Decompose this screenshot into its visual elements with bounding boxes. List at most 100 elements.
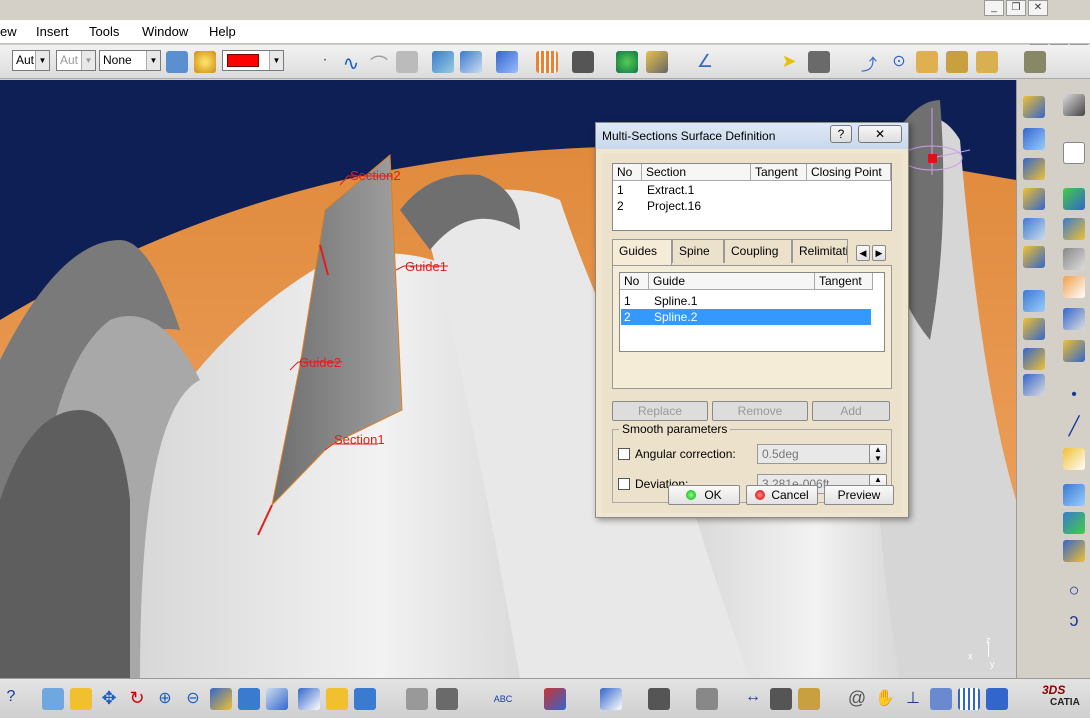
hide-show-icon[interactable] bbox=[326, 688, 348, 710]
constraint-icon[interactable] bbox=[572, 51, 594, 73]
join-icon[interactable] bbox=[1063, 276, 1085, 298]
menu-help[interactable]: Help bbox=[209, 24, 236, 39]
sweep-surface-icon[interactable] bbox=[1023, 218, 1045, 240]
extrude-icon[interactable] bbox=[1023, 96, 1045, 118]
dialog-title-bar[interactable]: Multi-Sections Surface Definition ? ✕ bbox=[596, 123, 908, 149]
measure-between-icon[interactable]: ↔ bbox=[742, 688, 764, 710]
app-close-button[interactable]: ✕ bbox=[1028, 0, 1048, 16]
angular-spinner[interactable]: ▲ ▼ bbox=[869, 444, 887, 464]
tab-scroll-left[interactable]: ◀ bbox=[856, 245, 870, 261]
preview-button[interactable]: Preview bbox=[824, 485, 894, 505]
grid-snap-icon[interactable] bbox=[958, 688, 980, 710]
eraser-icon[interactable] bbox=[396, 51, 418, 73]
table-icon[interactable] bbox=[406, 688, 428, 710]
sections-header-no[interactable]: No bbox=[613, 164, 642, 181]
guides-table[interactable]: No Guide Tangent 1 Spline.1 2 Spline.2 bbox=[619, 272, 885, 352]
snap-icon[interactable] bbox=[600, 688, 622, 710]
split-icon[interactable] bbox=[1023, 290, 1045, 312]
section-view-icon[interactable] bbox=[544, 688, 566, 710]
point-icon[interactable]: • bbox=[1063, 386, 1085, 408]
extract-icon[interactable] bbox=[1023, 348, 1045, 370]
pan-icon[interactable]: ✥ bbox=[98, 688, 120, 710]
update-icon[interactable] bbox=[616, 51, 638, 73]
guide1-label[interactable]: Guide1 bbox=[405, 259, 447, 274]
table-row-selected[interactable]: 2 Spline.2 bbox=[621, 309, 871, 325]
intersection-icon[interactable] bbox=[1063, 512, 1085, 534]
guides-header-tangent[interactable]: Tangent bbox=[815, 273, 873, 290]
help-button[interactable]: ? bbox=[830, 125, 852, 143]
offset-surface-icon[interactable] bbox=[460, 51, 482, 73]
sketch-icon[interactable] bbox=[916, 51, 938, 73]
remove-button[interactable]: Remove bbox=[712, 401, 808, 421]
line-icon[interactable]: ╱ bbox=[1063, 416, 1085, 438]
sections-table[interactable]: No Section Tangent Closing Point 1 Extra… bbox=[612, 163, 892, 231]
compass-move-icon[interactable] bbox=[808, 51, 830, 73]
deviation-checkbox[interactable] bbox=[618, 478, 630, 490]
rotate-icon[interactable]: ↻ bbox=[126, 688, 148, 710]
line-weight-combo[interactable]: Aut ▼ bbox=[56, 50, 96, 71]
revolve-icon[interactable] bbox=[1023, 128, 1045, 150]
boundary-icon[interactable] bbox=[1023, 318, 1045, 340]
tab-scroll-right[interactable]: ▶ bbox=[872, 245, 886, 261]
part-body-icon[interactable] bbox=[1063, 94, 1085, 116]
multisection-icon[interactable] bbox=[1023, 246, 1045, 268]
help-icon[interactable]: ? bbox=[0, 688, 22, 710]
fly-mode-icon[interactable] bbox=[42, 688, 64, 710]
catalog-icon[interactable] bbox=[646, 51, 668, 73]
cancel-button[interactable]: Cancel bbox=[746, 485, 818, 505]
menu-window[interactable]: Window bbox=[142, 24, 188, 39]
grid-icon[interactable] bbox=[536, 51, 558, 73]
close-button[interactable]: ✕ bbox=[858, 125, 902, 143]
normal-view-icon[interactable] bbox=[210, 688, 232, 710]
tab-spine[interactable]: Spine bbox=[672, 239, 724, 263]
measure-icon[interactable] bbox=[436, 688, 458, 710]
capture-icon[interactable] bbox=[648, 688, 670, 710]
angle-icon[interactable]: ∠ bbox=[694, 51, 716, 73]
line-type-combo[interactable]: Aut ▼ bbox=[12, 50, 50, 71]
point-icon[interactable]: · bbox=[314, 51, 336, 73]
fit-all-in-icon[interactable] bbox=[70, 688, 92, 710]
painter-icon[interactable] bbox=[166, 51, 188, 73]
circle-icon[interactable]: ○ bbox=[1063, 580, 1085, 602]
section1-label[interactable]: Section1 bbox=[334, 432, 385, 447]
menu-tools[interactable]: Tools bbox=[89, 24, 119, 39]
select-arrow-icon[interactable]: ➤ bbox=[778, 51, 800, 73]
tools-icon[interactable] bbox=[1024, 51, 1046, 73]
fillet-icon[interactable] bbox=[1063, 340, 1085, 362]
iso-view-icon[interactable] bbox=[266, 688, 288, 710]
fill-icon[interactable] bbox=[1063, 218, 1085, 240]
angular-correction-field[interactable]: 0.5deg bbox=[757, 444, 873, 464]
arc-icon[interactable]: ⌒ bbox=[368, 51, 390, 75]
menu-view[interactable]: ew bbox=[0, 24, 17, 39]
sections-header-closing-point[interactable]: Closing Point bbox=[807, 164, 891, 181]
cylinder-icon[interactable] bbox=[1023, 188, 1045, 210]
sweep-icon[interactable] bbox=[496, 51, 518, 73]
tab-coupling[interactable]: Coupling bbox=[724, 239, 792, 263]
render-style-icon[interactable] bbox=[298, 688, 320, 710]
print-icon[interactable] bbox=[696, 688, 718, 710]
app-restore-button[interactable]: ❐ bbox=[1006, 0, 1026, 16]
spline-icon[interactable]: ∿ bbox=[340, 51, 362, 75]
multi-view-icon[interactable] bbox=[238, 688, 260, 710]
zoom-in-icon[interactable]: ⊕ bbox=[154, 688, 176, 710]
spiral-icon[interactable]: ↄ bbox=[1063, 610, 1085, 632]
add-button[interactable]: Add bbox=[812, 401, 890, 421]
layer-combo[interactable]: None ▼ bbox=[99, 50, 161, 71]
layers-icon[interactable] bbox=[946, 51, 968, 73]
guides-header-guide[interactable]: Guide bbox=[649, 273, 815, 290]
projection-icon[interactable] bbox=[1063, 484, 1085, 506]
tab-relimitation[interactable]: Relimitati bbox=[792, 239, 848, 263]
swap-space-icon[interactable] bbox=[354, 688, 376, 710]
trim-icon[interactable] bbox=[1063, 308, 1085, 330]
tree-icon[interactable] bbox=[930, 688, 952, 710]
tab-guides[interactable]: Guides bbox=[612, 239, 672, 265]
properties-icon[interactable] bbox=[194, 51, 216, 73]
work-plane-icon[interactable] bbox=[986, 688, 1008, 710]
sections-header-section[interactable]: Section bbox=[642, 164, 751, 181]
section2-label[interactable]: Section2 bbox=[350, 168, 401, 183]
color-combo[interactable]: ▼ bbox=[222, 50, 284, 71]
text-abc-icon[interactable]: ABC bbox=[492, 688, 514, 710]
sections-header-tangent[interactable]: Tangent bbox=[751, 164, 807, 181]
translate-icon[interactable] bbox=[1023, 374, 1045, 396]
zoom-out-icon[interactable]: ⊖ bbox=[182, 688, 204, 710]
